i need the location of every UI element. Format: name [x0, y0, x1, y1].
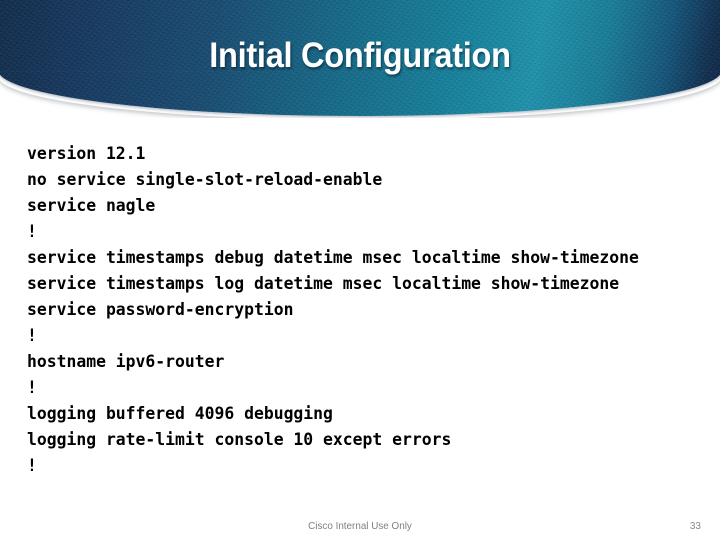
- slide-title: Initial Configuration: [209, 36, 511, 75]
- slide-page-number: 33: [689, 521, 701, 532]
- config-line: no service single-slot-reload-enable: [27, 170, 383, 189]
- presentation-slide: Initial Configuration version 12.1 no se…: [0, 0, 720, 540]
- config-line: !: [27, 222, 37, 241]
- config-line: service timestamps debug datetime msec l…: [27, 248, 639, 267]
- config-line: logging buffered 4096 debugging: [27, 404, 333, 423]
- config-line: service password-encryption: [27, 300, 294, 319]
- config-line: service timestamps log datetime msec loc…: [27, 274, 620, 293]
- config-line: !: [27, 326, 37, 345]
- config-line: !: [27, 378, 37, 397]
- config-line: !: [27, 456, 37, 475]
- config-line: hostname ipv6-router: [27, 352, 225, 371]
- footer-confidentiality-note: Cisco Internal Use Only: [308, 520, 412, 532]
- config-line: version 12.1: [27, 144, 146, 163]
- config-line: logging rate-limit console 10 except err…: [27, 430, 452, 449]
- router-config-listing: version 12.1 no service single-slot-relo…: [27, 141, 717, 479]
- config-line: service nagle: [27, 196, 156, 215]
